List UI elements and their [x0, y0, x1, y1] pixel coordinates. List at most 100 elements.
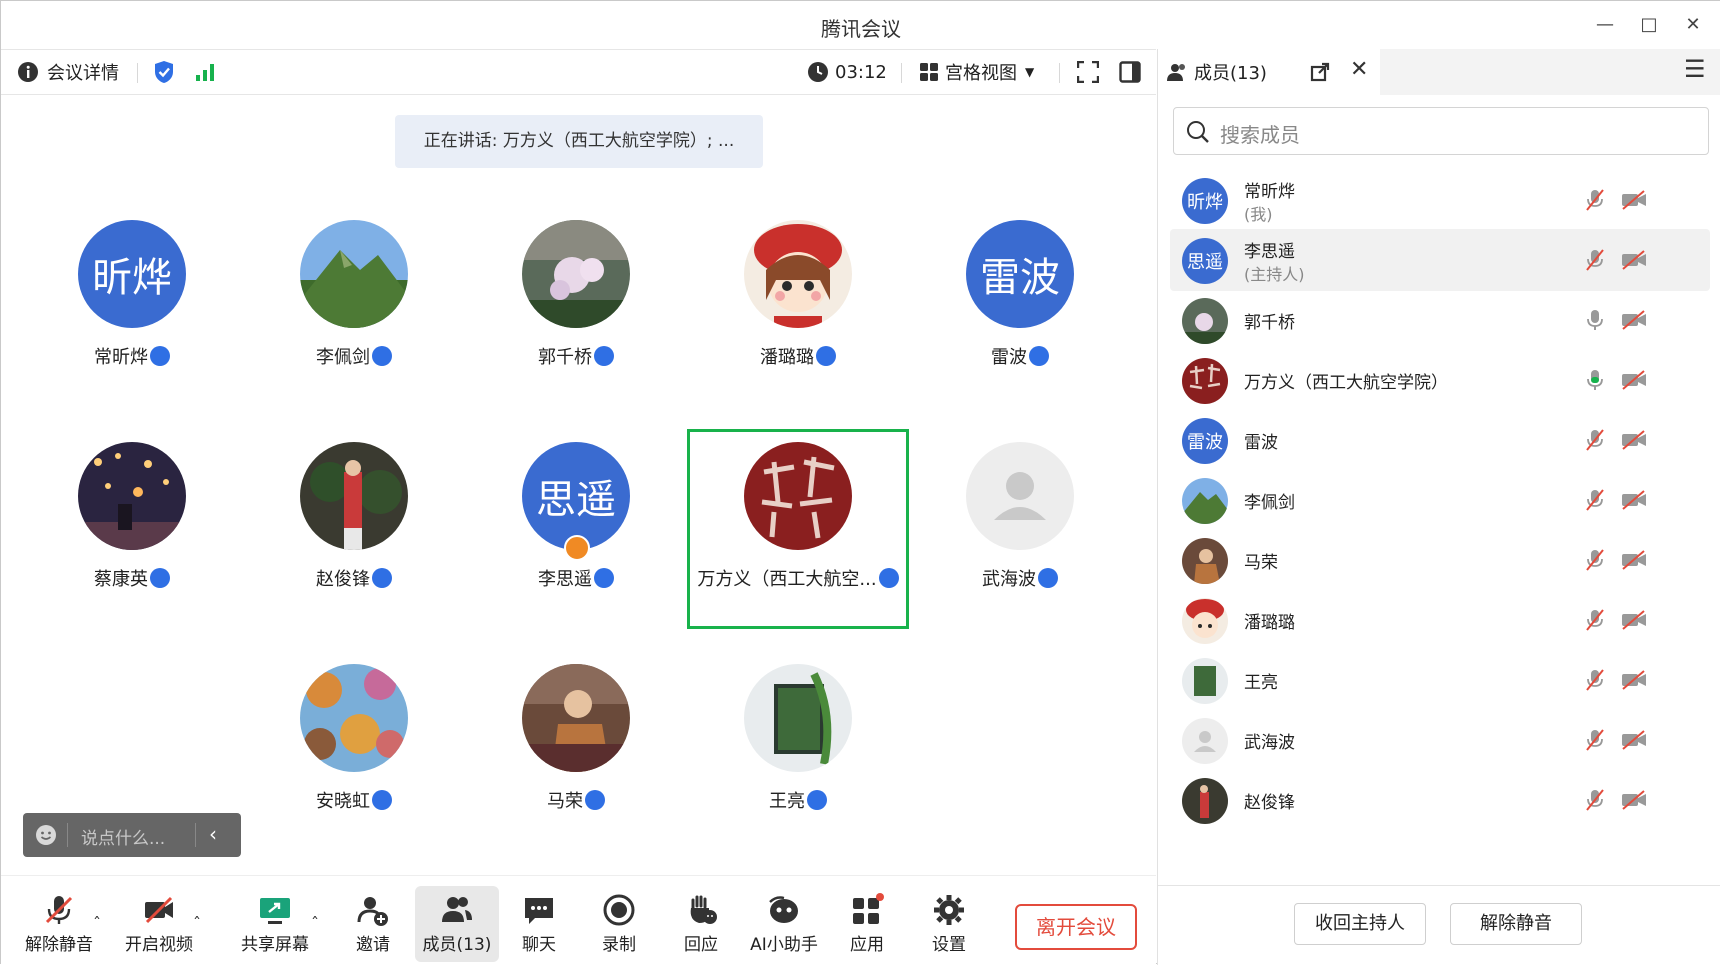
video-off-icon[interactable]	[1620, 428, 1648, 452]
audio-options-caret[interactable]: ˆ	[93, 914, 101, 933]
grid-view-icon	[920, 63, 938, 81]
video-options-caret[interactable]: ˆ	[193, 914, 201, 933]
member-row[interactable]: 雷波 雷波	[1170, 409, 1710, 471]
invite-button[interactable]: 邀请	[333, 886, 413, 962]
record-button[interactable]: 录制	[579, 886, 659, 962]
menu-icon[interactable]: ☰	[1684, 55, 1706, 83]
settings-button[interactable]: 设置	[909, 886, 989, 962]
participant-tile[interactable]: 王亮	[687, 651, 909, 851]
security-shield-icon[interactable]	[153, 50, 175, 94]
chat-icon	[525, 898, 553, 924]
share-options-caret[interactable]: ˆ	[311, 914, 319, 933]
member-row[interactable]: 潘璐璐	[1170, 589, 1710, 651]
video-off-icon[interactable]	[1620, 608, 1648, 632]
muted-mic-icon[interactable]	[1584, 728, 1606, 752]
participant-tile[interactable]: 思遥 李思遥	[465, 429, 687, 629]
share-screen-button[interactable]: 共享屏幕	[235, 886, 315, 962]
host-badge-icon	[564, 535, 590, 561]
ai-assistant-button[interactable]: AI小助手	[739, 886, 829, 962]
mic-icon[interactable]	[1584, 308, 1606, 332]
muted-mic-icon	[816, 346, 836, 366]
minimize-button[interactable]: —	[1593, 13, 1617, 37]
video-off-icon[interactable]	[1620, 368, 1648, 392]
participant-tile[interactable]: 马荣	[465, 651, 687, 851]
fullscreen-icon[interactable]	[1077, 50, 1099, 94]
avatar	[78, 442, 186, 550]
muted-mic-icon	[585, 790, 605, 810]
video-off-icon[interactable]	[1620, 548, 1648, 572]
start-video-button[interactable]: 开启视频	[119, 886, 199, 962]
meeting-details-button[interactable]: 会议详情	[17, 50, 119, 94]
muted-mic-icon[interactable]	[1584, 248, 1606, 272]
emoji-icon[interactable]	[35, 824, 57, 846]
apps-button[interactable]: 应用	[827, 886, 907, 962]
participant-tile[interactable]: 李佩剑	[243, 207, 465, 407]
avatar: 雷波	[966, 220, 1074, 328]
speaking-indicator: 正在讲话: 万方义（西工大航空学院）; ...	[395, 115, 763, 168]
info-icon	[18, 62, 38, 82]
muted-mic-icon[interactable]	[1584, 188, 1606, 212]
participant-tile[interactable]: 潘璐璐	[687, 207, 909, 407]
avatar	[744, 220, 852, 328]
reclaim-host-button[interactable]: 收回主持人	[1294, 903, 1426, 945]
participant-tile[interactable]: 雷波 雷波	[909, 207, 1131, 407]
search-placeholder: 搜索成员	[1220, 123, 1300, 147]
participant-tile[interactable]: 蔡康英	[21, 429, 243, 629]
video-off-icon[interactable]	[1620, 248, 1648, 272]
video-off-icon[interactable]	[1620, 488, 1648, 512]
member-row[interactable]: 赵俊锋	[1170, 769, 1710, 831]
member-name: 王亮	[1244, 673, 1278, 693]
unmute-all-button[interactable]: 解除静音	[1450, 903, 1582, 945]
timer-text: 03:12	[835, 61, 887, 83]
member-name: 李佩剑	[1244, 493, 1295, 513]
pop-out-icon[interactable]	[1310, 62, 1330, 82]
muted-mic-icon[interactable]	[1584, 548, 1606, 572]
member-row[interactable]: 武海波	[1170, 709, 1710, 771]
video-off-icon[interactable]	[1620, 728, 1648, 752]
sidebar-toggle-icon[interactable]	[1119, 50, 1141, 94]
member-row[interactable]: 思遥 李思遥 (主持人)	[1170, 229, 1710, 291]
participant-tile[interactable]: 郭千桥	[465, 207, 687, 407]
mic-speaking-icon[interactable]	[1584, 368, 1606, 392]
chat-input[interactable]: 说点什么...	[81, 824, 165, 849]
participant-tile[interactable]: 赵俊锋	[243, 429, 465, 629]
participant-tile[interactable]: 武海波	[909, 429, 1131, 629]
member-row[interactable]: 万方义（西工大航空学院）	[1170, 349, 1710, 411]
muted-mic-icon	[372, 346, 392, 366]
muted-mic-icon[interactable]	[1584, 608, 1606, 632]
member-row[interactable]: 郭千桥	[1170, 289, 1710, 351]
member-search-field[interactable]: 搜索成员	[1173, 107, 1709, 155]
video-off-icon[interactable]	[1620, 668, 1648, 692]
member-row[interactable]: 马荣	[1170, 529, 1710, 591]
member-name: 李思遥	[1244, 242, 1295, 262]
participant-tile[interactable]: 昕烨 常昕烨	[21, 207, 243, 407]
close-panel-icon[interactable]: ✕	[1350, 57, 1368, 82]
participant-tile[interactable]: 安晓虹	[243, 651, 465, 851]
member-row[interactable]: 王亮	[1170, 649, 1710, 711]
video-off-icon[interactable]	[1620, 188, 1648, 212]
chevron-down-icon: ▼	[1025, 65, 1035, 79]
network-signal-icon[interactable]	[195, 50, 217, 94]
collapse-chat-icon[interactable]: ‹	[209, 822, 217, 846]
muted-mic-icon[interactable]	[1584, 668, 1606, 692]
avatar: 雷波	[1182, 418, 1228, 464]
video-off-icon[interactable]	[1620, 788, 1648, 812]
members-button[interactable]: 成员(13)	[415, 886, 499, 962]
muted-mic-icon[interactable]	[1584, 428, 1606, 452]
participant-tile-active-speaker[interactable]: 万方义（西工大航空...	[687, 429, 909, 629]
react-button[interactable]: 回应	[661, 886, 741, 962]
muted-mic-icon[interactable]	[1584, 788, 1606, 812]
quick-chat-box[interactable]: 说点什么... ‹	[23, 813, 241, 857]
unmute-button[interactable]: 解除静音	[19, 886, 99, 962]
members-tab[interactable]: 成员(13) ✕	[1158, 49, 1380, 95]
muted-mic-icon[interactable]	[1584, 488, 1606, 512]
video-off-icon[interactable]	[1620, 308, 1648, 332]
member-row[interactable]: 李佩剑	[1170, 469, 1710, 531]
leave-meeting-button[interactable]: 离开会议	[1015, 904, 1137, 950]
view-mode-dropdown[interactable]: 宫格视图 ▼	[919, 50, 1034, 94]
close-window-button[interactable]: ✕	[1681, 13, 1705, 37]
maximize-button[interactable]: □	[1637, 13, 1661, 37]
member-row[interactable]: 昕烨 常昕烨 (我)	[1170, 169, 1710, 231]
panel-header: 成员(13) ✕ ☰	[1158, 49, 1720, 95]
chat-button[interactable]: 聊天	[499, 886, 579, 962]
